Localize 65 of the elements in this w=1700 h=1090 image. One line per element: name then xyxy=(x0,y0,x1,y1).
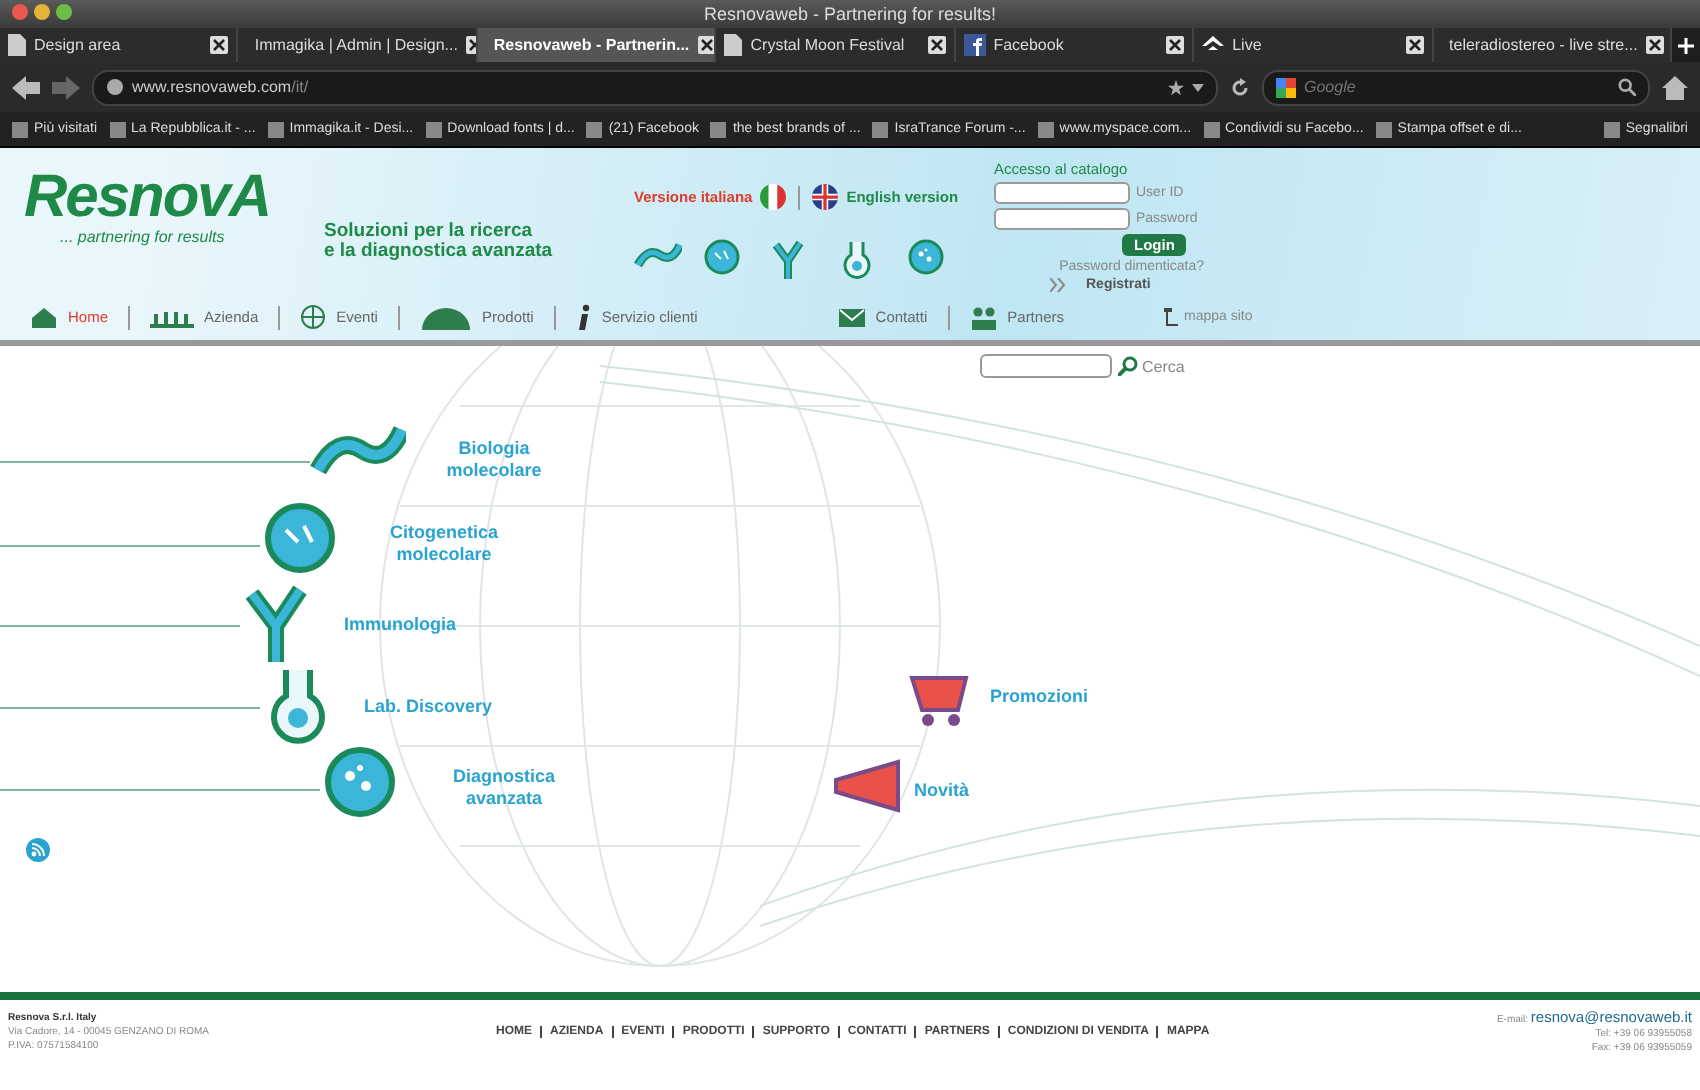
home-icon[interactable] xyxy=(1662,75,1688,99)
close-tab-icon[interactable] xyxy=(210,36,229,54)
dropdown-arrow-icon[interactable] xyxy=(1192,83,1204,91)
close-tab-icon[interactable] xyxy=(927,36,946,54)
browser-tab[interactable]: Crystal Moon Festival xyxy=(716,28,956,62)
house-icon xyxy=(1202,34,1225,56)
globe-icon xyxy=(300,304,327,330)
browser-tab[interactable]: Resnovaweb - Partnerin... xyxy=(477,28,717,62)
megaphone-icon[interactable] xyxy=(834,759,900,813)
italian-flag-icon[interactable] xyxy=(760,184,787,210)
dna-strand-icon[interactable] xyxy=(634,243,682,268)
fan-icon xyxy=(419,305,472,329)
search-icon[interactable] xyxy=(1618,78,1636,96)
window-title: Resnovaweb - Partnering for results! xyxy=(703,4,997,24)
antibody-icon[interactable] xyxy=(772,239,804,282)
search-field[interactable]: Google xyxy=(1262,69,1650,105)
close-tab-icon[interactable] xyxy=(1166,36,1185,54)
search-input[interactable]: Google xyxy=(1304,78,1610,96)
home-icon xyxy=(30,305,58,329)
back-icon[interactable] xyxy=(12,75,40,99)
flask-icon[interactable] xyxy=(843,240,871,279)
cell-culture-icon[interactable] xyxy=(908,239,944,275)
star-icon[interactable] xyxy=(1168,79,1184,95)
browser-tab[interactable]: Live xyxy=(1194,28,1434,62)
flask-icon[interactable] xyxy=(271,667,325,744)
site-identity-icon[interactable] xyxy=(106,78,124,96)
search-button[interactable]: Cerca xyxy=(1118,356,1185,376)
browser-tab[interactable]: Design area xyxy=(0,28,239,62)
logo[interactable]: ResnovA xyxy=(24,168,324,228)
close-button[interactable] xyxy=(12,4,28,20)
search-field[interactable] xyxy=(980,354,1112,378)
login-field[interactable] xyxy=(994,208,1130,230)
page-icon xyxy=(8,34,26,56)
antibody-icon[interactable] xyxy=(244,582,308,666)
browser-tab[interactable]: teleradiostereo - live stre... xyxy=(1433,28,1672,62)
forward-icon[interactable] xyxy=(52,75,80,99)
address-bar[interactable]: www.resnovaweb.com/it/ xyxy=(92,69,1218,105)
people-icon xyxy=(969,305,998,329)
browser-tab[interactable]: Immagika | Admin | Design... xyxy=(238,28,478,62)
sitemap-icon xyxy=(1164,308,1178,326)
reload-icon[interactable] xyxy=(1230,77,1250,97)
page-icon xyxy=(724,34,743,56)
cell-icon[interactable] xyxy=(265,503,335,573)
new-tab-icon[interactable] xyxy=(1677,37,1694,53)
browser-tab[interactable]: Facebook xyxy=(955,28,1195,62)
login-field[interactable] xyxy=(994,182,1130,204)
envelope-icon xyxy=(837,307,866,327)
rss-icon[interactable] xyxy=(26,838,50,862)
double-chevron-icon xyxy=(1050,278,1066,292)
minimize-button[interactable] xyxy=(34,4,50,20)
slogan: Soluzioni per la ricerca e la diagnostica avanzata xyxy=(324,222,555,262)
cell-culture-icon[interactable] xyxy=(325,747,395,817)
dna-strand-icon[interactable] xyxy=(310,426,406,475)
close-tab-icon[interactable] xyxy=(1645,36,1664,54)
british-flag-icon[interactable] xyxy=(812,184,839,210)
zoom-button[interactable] xyxy=(56,4,72,20)
close-tab-icon[interactable] xyxy=(697,36,715,54)
search-engine-icon[interactable] xyxy=(1276,77,1296,97)
logo-tagline: ... partnering for results xyxy=(60,228,227,246)
close-tab-icon[interactable] xyxy=(1405,36,1424,54)
shopping-cart-icon[interactable] xyxy=(909,676,969,726)
search-icon[interactable] xyxy=(1118,356,1138,376)
info-icon xyxy=(575,304,592,330)
facebook-icon xyxy=(963,34,986,56)
cell-icon[interactable] xyxy=(704,239,740,275)
